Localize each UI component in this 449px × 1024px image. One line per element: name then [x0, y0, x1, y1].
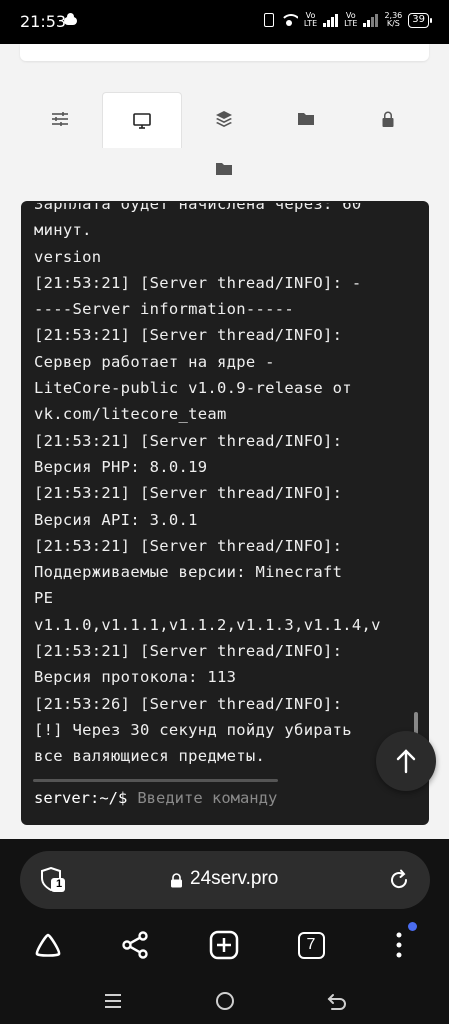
tab-count: 7: [297, 931, 325, 959]
console-line: vk.com/litecore_team: [34, 405, 227, 424]
tab-files[interactable]: [266, 92, 346, 146]
notification-dot: [408, 922, 417, 931]
recent-apps-button[interactable]: [101, 989, 125, 1013]
tab-plugins[interactable]: [184, 92, 264, 146]
url-text[interactable]: 24serv.pro: [190, 868, 278, 890]
shield-badge-count: 1: [55, 878, 63, 890]
tab-settings[interactable]: [20, 92, 100, 146]
console-line: [21:53:21] [Server thread/INFO]:: [34, 431, 343, 450]
command-line: server:~/$: [34, 789, 378, 807]
signal-icon-1: [323, 13, 339, 27]
console-line: все валяющиеся предметы.: [34, 747, 266, 766]
console-line: минут.: [34, 221, 92, 240]
console-line: [21:53:21] [Server thread/INFO]:: [34, 536, 343, 555]
command-input[interactable]: [137, 789, 378, 807]
home-button[interactable]: [28, 925, 68, 965]
browser-nav: 7: [0, 922, 449, 965]
system-home-button[interactable]: [213, 989, 237, 1013]
console-line: [21:53:21] [Server thread/INFO]:: [34, 326, 343, 345]
menu-lines-icon: [105, 994, 121, 1008]
volte-indicator-2: Vo LTE: [344, 11, 358, 28]
back-button[interactable]: [325, 989, 349, 1013]
tabs-button[interactable]: 7: [291, 925, 331, 965]
back-arrow-icon: [327, 994, 346, 1010]
vibrate-icon: [263, 13, 274, 27]
folder-icon: [298, 113, 314, 125]
more-vertical-icon: [396, 932, 402, 958]
system-nav-bar: [0, 983, 449, 1015]
console-line: [21:53:21] [Server thread/INFO]:: [34, 642, 343, 661]
console-line: ----Server information-----: [34, 300, 295, 319]
console-horizontal-scrollbar[interactable]: [33, 779, 278, 782]
tab-access[interactable]: [348, 92, 428, 146]
browser-toolbar: 1 24serv.pro 7: [0, 839, 449, 1024]
console-line: LiteCore-public v1.0.9-release от: [34, 379, 352, 398]
monitor-icon: [133, 112, 151, 129]
tab-console[interactable]: [102, 92, 182, 148]
status-time: 21:53: [20, 12, 67, 31]
shield-button[interactable]: 1: [39, 866, 67, 898]
console-line: Зарплата будет начислена через: 60: [34, 203, 362, 213]
circle-icon: [216, 992, 234, 1010]
layers-icon: [216, 111, 232, 127]
console-line: v1.1.0,v1.1.1,v1.1.2,v1.1.3,v1.1.4,v: [34, 615, 381, 634]
scroll-up-button[interactable]: [376, 731, 436, 791]
sliders-icon: [52, 112, 68, 126]
status-bar: 21:53 Vo LTE Vo LTE 2,36 K/S 39: [0, 0, 449, 44]
share-icon: [122, 931, 148, 959]
arrow-up-icon: [396, 749, 416, 774]
reload-icon[interactable]: [388, 869, 410, 891]
new-tab-button[interactable]: [204, 925, 244, 965]
console-line: Версия API: 3.0.1: [34, 510, 198, 529]
menu-button[interactable]: [379, 922, 419, 965]
console-line: version: [34, 247, 102, 266]
console-prompt: server:~/$: [34, 789, 128, 807]
console-line: Сервер работает на ядре -: [34, 352, 275, 371]
network-speed: 2,36 K/S: [384, 11, 403, 28]
panel-tabs: [20, 92, 429, 192]
console-line: Поддерживаемые версии: Minecraft: [34, 563, 343, 582]
wifi-icon: [279, 14, 298, 26]
lock-icon: [382, 111, 394, 127]
console-line: PE: [34, 589, 54, 608]
console-line: Версия PHP: 8.0.19: [34, 457, 208, 476]
padlock-icon: [171, 873, 182, 888]
folder-icon: [216, 163, 232, 175]
console-log: Зарплата будет начислена через: 60 минут.…: [34, 203, 414, 775]
tab-backups[interactable]: [184, 146, 264, 192]
address-bar[interactable]: 1 24serv.pro: [20, 851, 430, 909]
signal-icon-2: [363, 13, 379, 27]
top-card: [20, 44, 429, 61]
battery-indicator: 39: [408, 12, 432, 28]
status-icons: Vo LTE Vo LTE 2,36 K/S 39: [263, 11, 432, 28]
home-triangle-icon: [35, 933, 61, 957]
console-line: [21:53:26] [Server thread/INFO]:: [34, 694, 343, 713]
server-console[interactable]: Зарплата будет начислена через: 60 минут.…: [21, 201, 429, 825]
plus-square-icon: [209, 930, 239, 960]
console-line: [21:53:21] [Server thread/INFO]: -: [34, 273, 362, 292]
share-button[interactable]: [115, 925, 155, 965]
cloud-icon: [64, 13, 77, 25]
console-line: [21:53:21] [Server thread/INFO]:: [34, 484, 343, 503]
console-line: Версия протокола: 113: [34, 668, 237, 687]
volte-indicator-1: Vo LTE: [303, 11, 318, 28]
console-line: [!] Через 30 секунд пойду убирать: [34, 720, 352, 739]
